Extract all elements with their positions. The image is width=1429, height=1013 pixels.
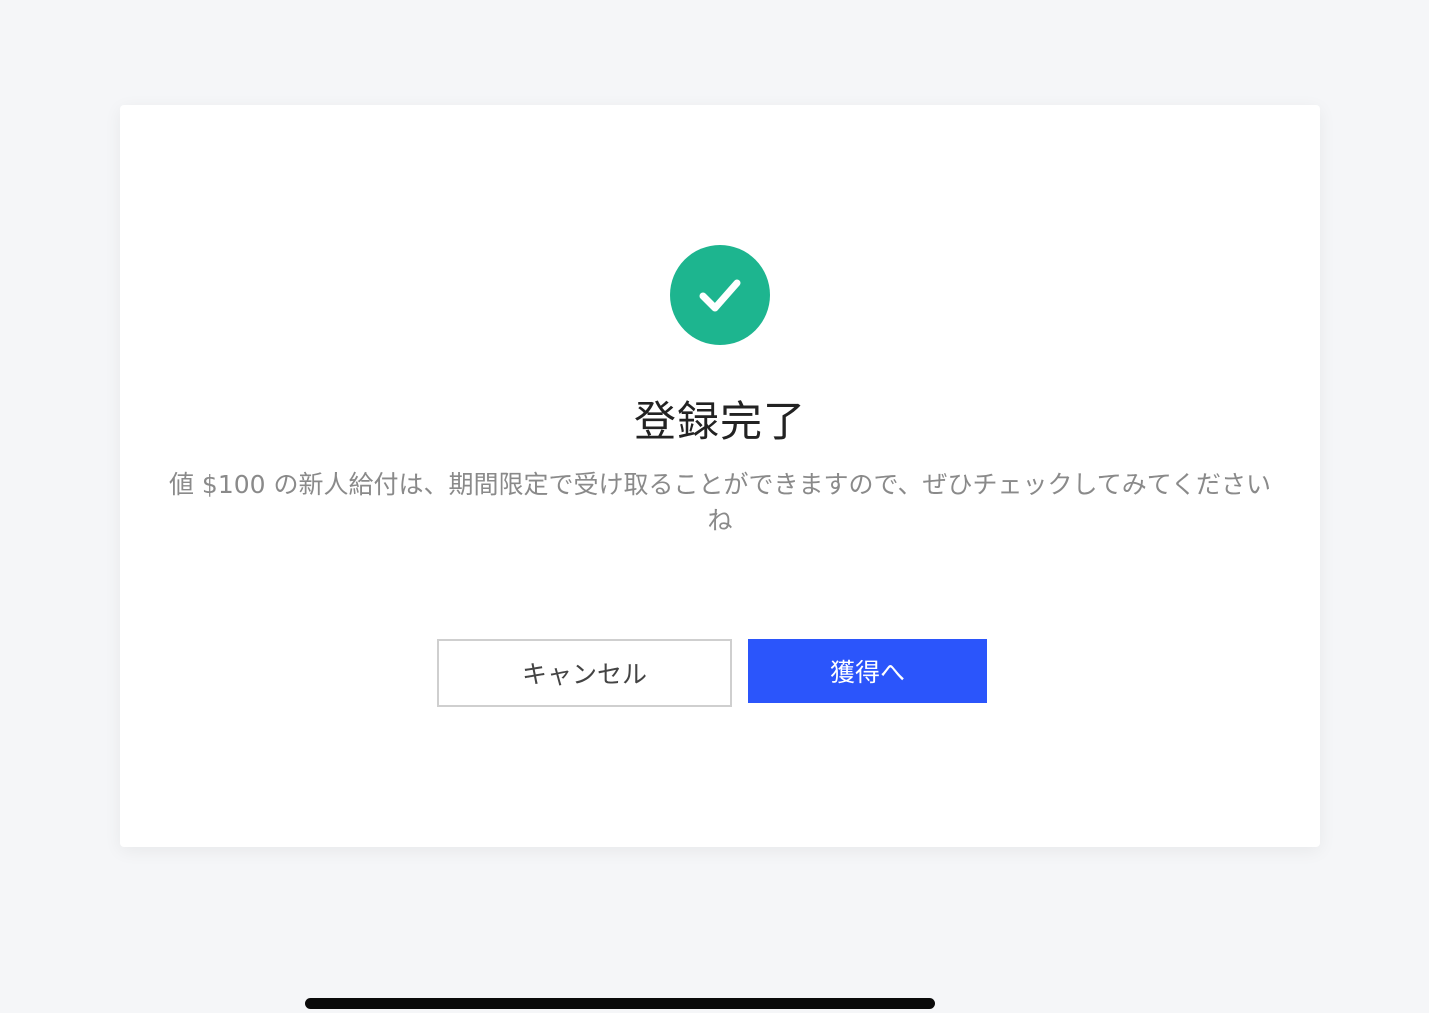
claim-button-label: 獲得へ (829, 658, 905, 687)
dialog-message: 値 $100 の新人給付は、期間限定で受け取ることができますので、ぜひチェックし… (168, 470, 1272, 535)
check-circle-icon (670, 245, 770, 345)
cancel-button-label: キャンセル (521, 660, 647, 689)
claim-button[interactable]: 獲得へ (748, 639, 987, 703)
home-indicator (305, 998, 935, 1009)
cancel-button[interactable]: キャンセル (437, 639, 732, 707)
registration-complete-dialog: 登録完了 値 $100 の新人給付は、期間限定で受け取ることができますので、ぜひ… (120, 105, 1320, 847)
dialog-title: 登録完了 (633, 397, 806, 446)
checkmark-icon (699, 279, 741, 312)
